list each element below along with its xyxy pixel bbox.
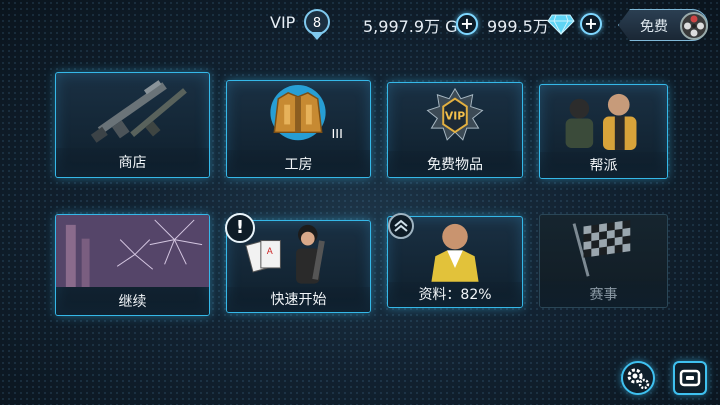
free-video-button[interactable]: 免费 bbox=[618, 9, 713, 41]
checkered-flag-icon bbox=[572, 219, 631, 277]
weapons-icon bbox=[90, 80, 187, 143]
tier-label: III bbox=[332, 127, 343, 142]
gem-amount: 999.5万 bbox=[487, 17, 549, 36]
plus-icon: + bbox=[584, 14, 598, 33]
gold-amount: 5,997.9万 G bbox=[363, 17, 458, 36]
svg-text:A: A bbox=[267, 247, 273, 257]
tile-label: 继续 bbox=[56, 287, 209, 315]
vip-level-number: 8 bbox=[313, 16, 321, 31]
vip-level-badge[interactable]: 8 bbox=[302, 8, 332, 42]
rank-badge bbox=[388, 213, 414, 239]
vip-label: VIP bbox=[270, 13, 296, 32]
tile-label: 商店 bbox=[56, 147, 209, 177]
free-label: 免费 bbox=[640, 19, 668, 35]
top-bar: VIP 8 5,997.9万 G + 999.5万 + 免费 bbox=[0, 0, 720, 48]
tile-label: 资料：82% bbox=[388, 281, 522, 307]
tile-label: 免费物品 bbox=[388, 150, 522, 177]
tile-shop[interactable]: 商店 bbox=[55, 72, 210, 178]
alert-badge: ! bbox=[225, 213, 255, 243]
tile-label: 帮派 bbox=[540, 151, 667, 178]
film-reel-icon bbox=[680, 12, 708, 40]
tile-label: 赛事 bbox=[540, 281, 667, 307]
settings-gears-icon bbox=[627, 368, 650, 390]
diamond-icon bbox=[547, 14, 575, 35]
tile-workshop[interactable]: III 工房 bbox=[226, 80, 371, 178]
tile-label: 工房 bbox=[227, 150, 370, 177]
gameloft-connect-icon bbox=[679, 369, 701, 387]
settings-button[interactable] bbox=[621, 361, 655, 395]
buy-gold-button[interactable]: + bbox=[456, 13, 478, 35]
tile-label: 快速开始 bbox=[227, 286, 370, 312]
armor-jacket-icon: III bbox=[270, 84, 343, 142]
tile-gang[interactable]: 帮派 bbox=[539, 84, 668, 179]
tile-events[interactable]: 赛事 bbox=[539, 214, 668, 308]
buy-gems-button[interactable]: + bbox=[580, 13, 602, 35]
tile-free-items[interactable]: VIP 免费物品 bbox=[387, 82, 523, 178]
fireworks-icon bbox=[56, 215, 209, 287]
gang-members-icon bbox=[565, 93, 637, 150]
vip-emblem-icon: VIP bbox=[426, 87, 484, 141]
tile-continue[interactable]: 继续 bbox=[55, 214, 210, 316]
vip-shield-icon: 8 bbox=[304, 9, 330, 40]
gameloft-connect-button[interactable] bbox=[673, 361, 707, 395]
svg-text:VIP: VIP bbox=[445, 109, 465, 122]
plus-icon: + bbox=[460, 14, 474, 33]
rank-chevrons-icon bbox=[394, 219, 408, 232]
